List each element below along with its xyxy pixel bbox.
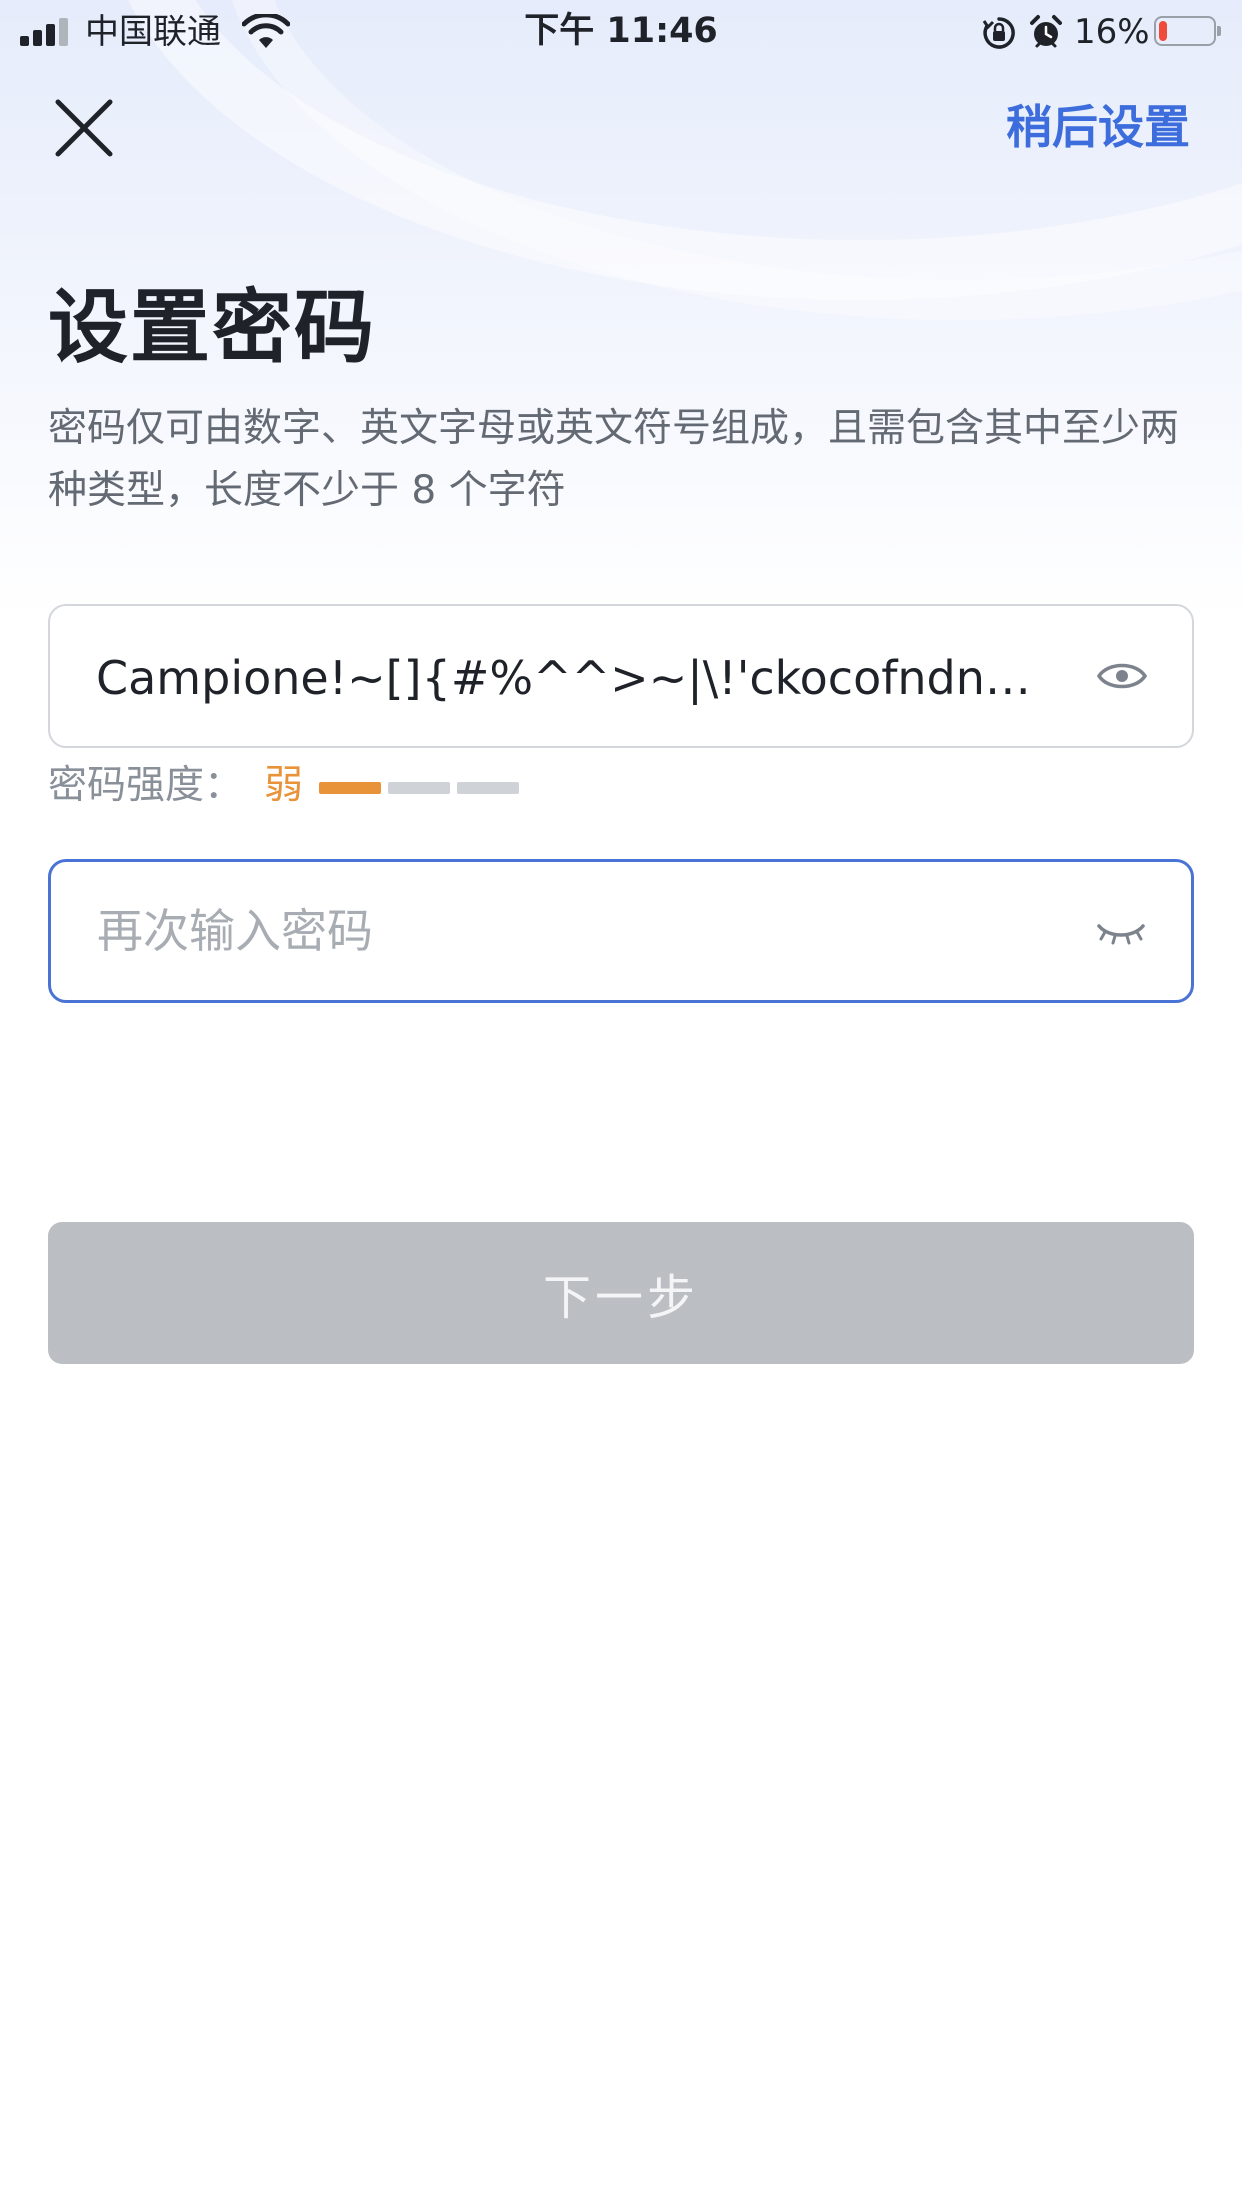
password-rules-text: 密码仅可由数字、英文字母或英文符号组成，且需包含其中至少两种类型，长度不少于 8… (48, 406, 1180, 513)
strength-segment (388, 782, 450, 794)
confirm-password-input[interactable] (97, 862, 1057, 1000)
strength-segment (319, 782, 381, 794)
rotation-lock-icon (982, 17, 1015, 49)
password-field[interactable]: Campione!~[]{#%^^>~|\!'ckocofndnhaikeqwj (48, 604, 1194, 748)
page-title: 设置密码 (48, 281, 376, 374)
password-strength: 密码强度： 弱 (48, 758, 648, 814)
strength-label: 密码强度： (48, 763, 244, 808)
eye-open-icon[interactable] (1096, 654, 1148, 698)
confirm-password-field[interactable] (48, 859, 1194, 1003)
strength-segment (457, 782, 519, 794)
set-later-button[interactable]: 稍后设置 (1006, 96, 1190, 158)
alarm-icon (1030, 15, 1062, 48)
strength-value: 弱 (264, 763, 304, 808)
close-button[interactable] (48, 92, 120, 164)
battery-icon (1154, 16, 1221, 46)
eye-closed-icon[interactable] (1095, 910, 1147, 954)
close-icon (55, 99, 113, 157)
strength-meter (319, 782, 529, 794)
next-button[interactable]: 下一步 (48, 1222, 1194, 1364)
battery-percent: 16% (1074, 12, 1150, 52)
battery-level (1159, 21, 1167, 41)
password-input[interactable]: Campione!~[]{#%^^>~|\!'ckocofndnhaikeqwj (96, 650, 1056, 706)
status-bar: 中国联通 下午 11:46 16% (0, 0, 1242, 62)
